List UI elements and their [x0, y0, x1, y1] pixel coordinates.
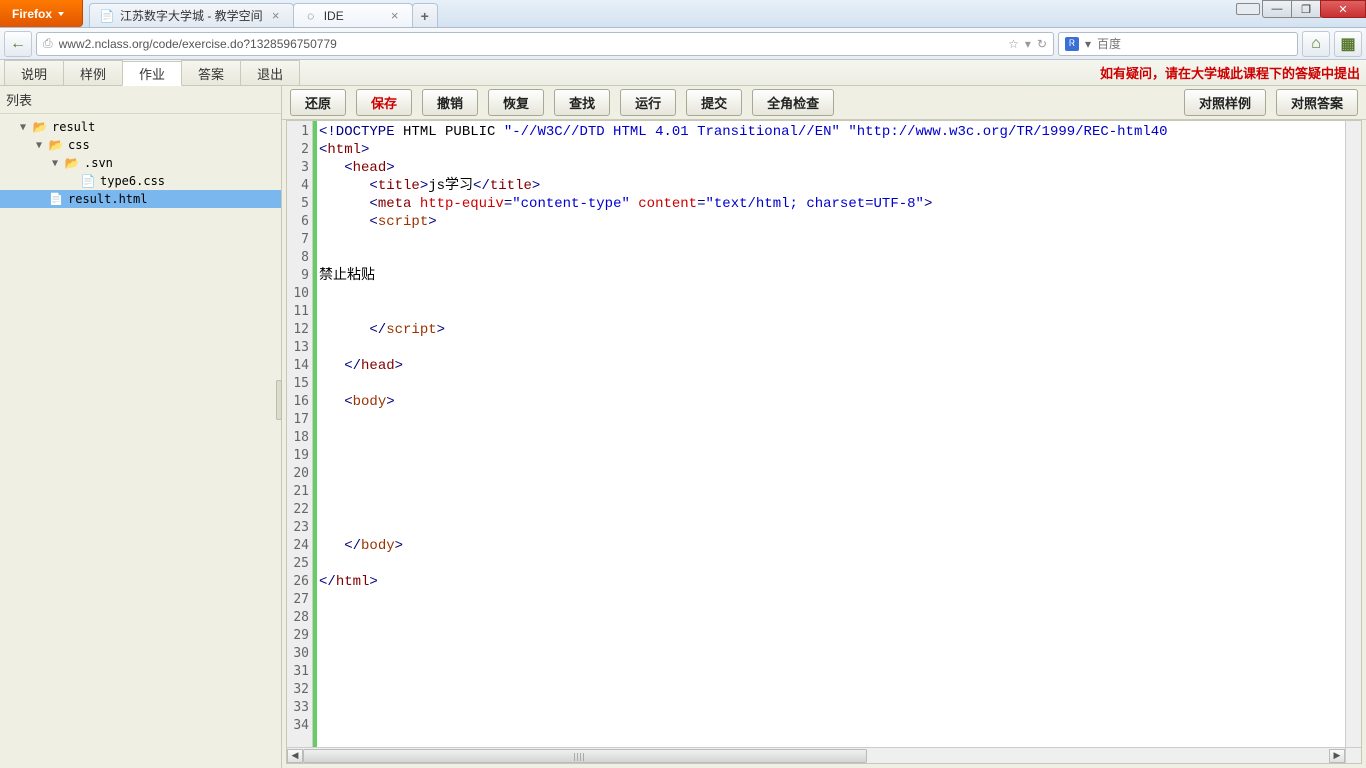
tree-folder-svn[interactable]: ▼📂.svn — [0, 154, 281, 172]
pane-splitter[interactable] — [276, 380, 282, 420]
firefox-label: Firefox — [12, 7, 52, 21]
tree-label: type6.css — [100, 174, 165, 188]
save-button[interactable]: 保存 — [356, 89, 412, 116]
panel-button[interactable]: ▦ — [1334, 31, 1362, 57]
browser-tab[interactable]: 📄 江苏数字大学城 - 教学空间 × — [89, 3, 294, 27]
notice-text: 如有疑问，请在大学城此课程下的答疑中提出 — [1094, 60, 1366, 85]
vertical-scrollbar[interactable] — [1345, 121, 1361, 747]
tab-group-icon[interactable] — [1236, 3, 1260, 15]
file-tree: ▼📂result ▼📂css ▼📂.svn 📄type6.css 📄result… — [0, 114, 281, 768]
redo-button[interactable]: 恢复 — [488, 89, 544, 116]
chevron-down-icon — [58, 12, 64, 16]
find-button[interactable]: 查找 — [554, 89, 610, 116]
page-icon: 📄 — [100, 9, 114, 23]
search-input[interactable] — [1097, 37, 1291, 51]
loading-icon: ◌ — [304, 9, 318, 23]
scroll-corner — [1345, 747, 1361, 763]
code-content[interactable]: <!DOCTYPE HTML PUBLIC "-//W3C//DTD HTML … — [317, 121, 1345, 747]
fullwidth-check-button[interactable]: 全角检查 — [752, 89, 834, 116]
search-bar[interactable]: Ꮢ ▾ — [1058, 32, 1298, 56]
menu-tab-answer[interactable]: 答案 — [181, 60, 241, 85]
file-icon: 📄 — [48, 192, 64, 206]
close-icon[interactable]: × — [269, 8, 283, 23]
close-icon[interactable]: × — [388, 8, 402, 23]
folder-open-icon: 📂 — [48, 138, 64, 152]
code-editor[interactable]: 1 2 3 4 5 6 7 8 9 10 11 12 13 14 15 16 1… — [286, 120, 1362, 764]
tab-label: 江苏数字大学城 - 教学空间 — [120, 7, 263, 24]
restore-button[interactable]: 还原 — [290, 89, 346, 116]
editor-toolbar: 还原 保存 撤销 恢复 查找 运行 提交 全角检查 对照样例 对照答案 — [282, 86, 1366, 120]
compare-answer-button[interactable]: 对照答案 — [1276, 89, 1358, 116]
browser-navbar: ← ⎙ ☆ ▾ ↻ Ꮢ ▾ ⌂ ▦ — [0, 28, 1366, 60]
menu-tab-exit[interactable]: 退出 — [240, 60, 300, 85]
horizontal-scrollbar[interactable]: ◀ ▶ — [287, 747, 1345, 763]
tree-label: .svn — [84, 156, 113, 170]
url-bar[interactable]: ⎙ ☆ ▾ ↻ — [36, 32, 1054, 56]
scroll-thumb[interactable] — [303, 749, 867, 763]
tree-label: result.html — [68, 192, 147, 206]
tree-folder-css[interactable]: ▼📂css — [0, 136, 281, 154]
folder-open-icon: 📂 — [64, 156, 80, 170]
baidu-icon: Ꮢ — [1065, 37, 1079, 51]
scroll-left-icon[interactable]: ◀ — [287, 749, 303, 763]
submit-button[interactable]: 提交 — [686, 89, 742, 116]
menu-tab-example[interactable]: 样例 — [63, 60, 123, 85]
folder-open-icon: 📂 — [32, 120, 48, 134]
chevron-down-icon[interactable]: ▾ — [1085, 37, 1091, 51]
browser-tab[interactable]: ◌ IDE × — [293, 3, 413, 27]
file-icon: 📄 — [80, 174, 96, 188]
menu-tab-instructions[interactable]: 说明 — [4, 60, 64, 85]
run-button[interactable]: 运行 — [620, 89, 676, 116]
scroll-track[interactable] — [303, 749, 1329, 763]
sidebar-title: 列表 — [0, 86, 281, 114]
url-input[interactable] — [59, 37, 1003, 51]
new-tab-button[interactable]: + — [412, 3, 438, 27]
firefox-menu-button[interactable]: Firefox — [0, 0, 83, 27]
line-gutter: 1 2 3 4 5 6 7 8 9 10 11 12 13 14 15 16 1… — [287, 121, 313, 747]
bookmark-icon[interactable]: ☆ — [1008, 37, 1019, 51]
home-button[interactable]: ⌂ — [1302, 31, 1330, 57]
browser-tabs: 📄 江苏数字大学城 - 教学空间 × ◌ IDE × + — [83, 0, 1230, 27]
tree-folder-result[interactable]: ▼📂result — [0, 118, 281, 136]
close-window-button[interactable]: ✕ — [1320, 0, 1366, 18]
back-button[interactable]: ← — [4, 31, 32, 57]
tree-file-result-html[interactable]: 📄 result.html — [0, 190, 281, 208]
tree-file-css[interactable]: 📄 type6.css — [0, 172, 281, 190]
tree-label: css — [68, 138, 90, 152]
sidebar: 列表 ▼📂result ▼📂css ▼📂.svn 📄type6.css 📄res… — [0, 86, 282, 768]
undo-button[interactable]: 撤销 — [422, 89, 478, 116]
reload-icon[interactable]: ↻ — [1037, 37, 1047, 51]
minimize-button[interactable]: — — [1262, 0, 1292, 18]
window-buttons: — ❐ ✕ — [1263, 0, 1366, 27]
app-menu: 说明 样例 作业 答案 退出 如有疑问，请在大学城此课程下的答疑中提出 — [0, 60, 1366, 86]
scroll-right-icon[interactable]: ▶ — [1329, 749, 1345, 763]
app-body: 列表 ▼📂result ▼📂css ▼📂.svn 📄type6.css 📄res… — [0, 86, 1366, 768]
compare-example-button[interactable]: 对照样例 — [1184, 89, 1266, 116]
globe-icon: ⎙ — [43, 36, 53, 51]
menu-tab-assignment[interactable]: 作业 — [122, 61, 182, 86]
tree-label: result — [52, 120, 95, 134]
tab-label: IDE — [324, 9, 382, 23]
main-area: 还原 保存 撤销 恢复 查找 运行 提交 全角检查 对照样例 对照答案 1 2 … — [282, 86, 1366, 768]
browser-titlebar: Firefox 📄 江苏数字大学城 - 教学空间 × ◌ IDE × + — ❐… — [0, 0, 1366, 28]
maximize-button[interactable]: ❐ — [1291, 0, 1321, 18]
dropdown-icon[interactable]: ▾ — [1025, 37, 1031, 51]
